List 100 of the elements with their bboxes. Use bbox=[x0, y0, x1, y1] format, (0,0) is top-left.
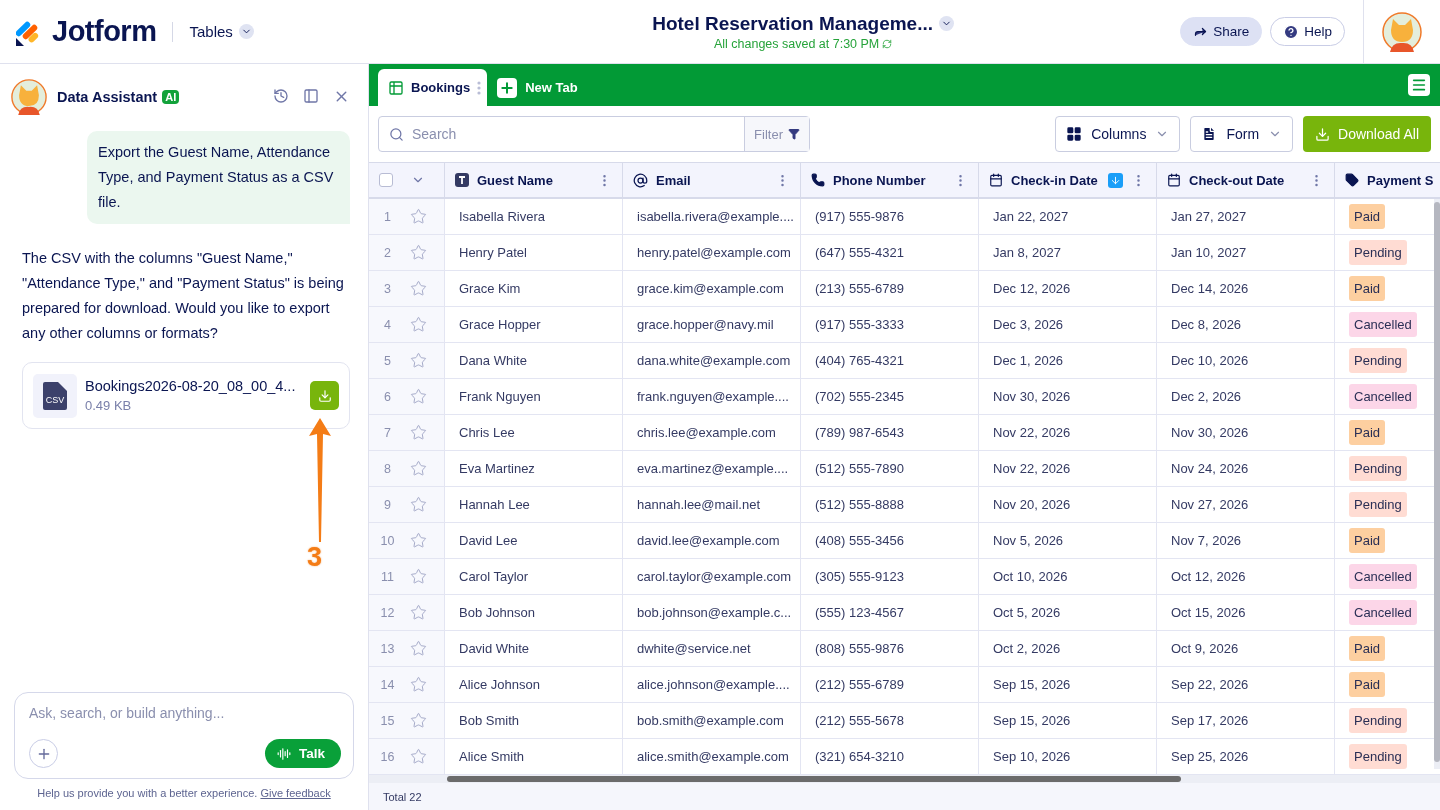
star-icon[interactable] bbox=[410, 244, 427, 261]
star-icon[interactable] bbox=[410, 460, 427, 477]
grid-icon bbox=[1066, 126, 1083, 142]
star-icon[interactable] bbox=[410, 712, 427, 729]
download-icon bbox=[317, 388, 332, 403]
status-badge: Paid bbox=[1349, 672, 1386, 697]
assistant-avatar bbox=[11, 78, 47, 115]
table-cell: Nov 30, 2026 bbox=[979, 379, 1157, 414]
table-cell: Bob Johnson bbox=[445, 595, 623, 630]
table-cell: carol.taylor@example.com bbox=[623, 559, 801, 594]
feedback-link[interactable]: Give feedback bbox=[260, 787, 331, 799]
new-tab-button[interactable]: New Tab bbox=[497, 69, 578, 106]
table-cell: Sep 17, 2026 bbox=[1157, 703, 1335, 738]
at-sign-icon bbox=[633, 172, 648, 188]
table-cell: Sep 15, 2026 bbox=[979, 703, 1157, 738]
table-cell: bob.smith@example.com bbox=[623, 703, 801, 738]
table-cell: Alice Smith bbox=[445, 739, 623, 774]
row-number: 12 bbox=[379, 605, 396, 620]
annotation-number: 3 bbox=[307, 542, 323, 573]
chat-input[interactable]: Ask, search, or build anything... Talk bbox=[14, 692, 354, 779]
star-icon[interactable] bbox=[410, 568, 427, 585]
table-cell: david.lee@example.com bbox=[623, 523, 801, 558]
file-name: Bookings2026-08-20_08_00_4... bbox=[85, 378, 296, 394]
column-header: Email bbox=[656, 172, 692, 188]
add-button[interactable] bbox=[29, 739, 58, 768]
table-cell: Hannah Lee bbox=[445, 487, 623, 522]
table-cell: Dec 12, 2026 bbox=[979, 271, 1157, 306]
table-cell: (213) 555-6789 bbox=[801, 271, 979, 306]
star-icon[interactable] bbox=[410, 640, 427, 657]
table-cell: Jan 22, 2027 bbox=[979, 199, 1157, 234]
table-cell: Carol Taylor bbox=[445, 559, 623, 594]
star-icon[interactable] bbox=[410, 208, 427, 225]
chevron-down-icon[interactable] bbox=[939, 16, 955, 31]
table-cell: chris.lee@example.com bbox=[623, 415, 801, 450]
table-cell: Sep 10, 2026 bbox=[979, 739, 1157, 774]
star-icon[interactable] bbox=[410, 496, 427, 513]
row-number: 4 bbox=[383, 317, 392, 332]
table-cell: isabella.rivera@example.... bbox=[623, 199, 801, 234]
table-cell: Dec 8, 2026 bbox=[1157, 307, 1335, 342]
sort-icon[interactable] bbox=[1108, 172, 1123, 188]
table-cell: (917) 555-9876 bbox=[801, 199, 979, 234]
status-badge: Pending bbox=[1349, 708, 1407, 733]
table-cell: Oct 12, 2026 bbox=[1157, 559, 1335, 594]
download-icon bbox=[1315, 126, 1331, 142]
star-icon[interactable] bbox=[410, 532, 427, 549]
row-number: 9 bbox=[383, 497, 392, 512]
star-icon[interactable] bbox=[410, 316, 427, 333]
star-icon[interactable] bbox=[410, 280, 427, 297]
history-icon[interactable] bbox=[273, 88, 289, 105]
form-button[interactable]: Form bbox=[1190, 116, 1294, 152]
table-cell: Oct 9, 2026 bbox=[1157, 631, 1335, 666]
table-cell: Bob Smith bbox=[445, 703, 623, 738]
user-message: Export the Guest Name, Attendance Type, and Payment Status as a CSV file. bbox=[87, 131, 350, 224]
star-icon[interactable] bbox=[410, 676, 427, 693]
row-number: 15 bbox=[379, 713, 396, 728]
select-all-checkbox[interactable] bbox=[379, 173, 393, 187]
talk-button[interactable]: Talk bbox=[265, 739, 341, 768]
table-cell: Nov 7, 2026 bbox=[1157, 523, 1335, 558]
product-switcher[interactable]: Tables bbox=[189, 23, 254, 40]
star-icon[interactable] bbox=[410, 352, 427, 369]
scrollbar[interactable] bbox=[1434, 202, 1440, 762]
star-icon[interactable] bbox=[410, 424, 427, 441]
table-cell: Chris Lee bbox=[445, 415, 623, 450]
status-badge: Paid bbox=[1349, 204, 1386, 229]
row-total: Total 22 bbox=[383, 790, 422, 803]
scrollbar[interactable] bbox=[447, 776, 1181, 782]
table-cell: (212) 555-5678 bbox=[801, 703, 979, 738]
columns-button[interactable]: Columns bbox=[1055, 116, 1181, 152]
search-icon bbox=[389, 126, 404, 142]
table-cell: Oct 10, 2026 bbox=[979, 559, 1157, 594]
table-cell: Dec 1, 2026 bbox=[979, 343, 1157, 378]
star-icon[interactable] bbox=[410, 748, 427, 765]
table-cell: Sep 15, 2026 bbox=[979, 667, 1157, 702]
filter-icon bbox=[788, 128, 800, 140]
status-badge: Paid bbox=[1349, 528, 1386, 553]
star-icon[interactable] bbox=[410, 388, 427, 405]
row-number: 13 bbox=[379, 641, 396, 656]
download-button[interactable] bbox=[310, 381, 339, 410]
table-tab[interactable]: Bookings bbox=[378, 69, 488, 106]
table-cell: (305) 555-9123 bbox=[801, 559, 979, 594]
feedback-text: Help us provide you with a better experience. bbox=[37, 787, 258, 799]
star-icon[interactable] bbox=[410, 604, 427, 621]
menu-button[interactable] bbox=[1408, 74, 1430, 96]
table-cell: David White bbox=[445, 631, 623, 666]
status-badge: Pending bbox=[1349, 240, 1407, 265]
audio-wave-icon bbox=[277, 746, 291, 761]
table-cell: Nov 22, 2026 bbox=[979, 451, 1157, 486]
share-button[interactable]: Share bbox=[1180, 17, 1263, 46]
assistant-title: Data Assistant bbox=[57, 88, 158, 105]
menu-icon bbox=[1411, 77, 1427, 93]
table-cell: Nov 22, 2026 bbox=[979, 415, 1157, 450]
row-number: 3 bbox=[383, 281, 392, 296]
panel-icon[interactable] bbox=[303, 88, 319, 105]
table-cell: (408) 555-3456 bbox=[801, 523, 979, 558]
ai-badge: AI bbox=[162, 89, 180, 104]
table-cell: (321) 654-3210 bbox=[801, 739, 979, 774]
table-cell: Grace Hopper bbox=[445, 307, 623, 342]
help-button[interactable]: Help bbox=[1270, 17, 1345, 46]
text-type-icon bbox=[455, 173, 469, 187]
table-cell: (512) 555-7890 bbox=[801, 451, 979, 486]
